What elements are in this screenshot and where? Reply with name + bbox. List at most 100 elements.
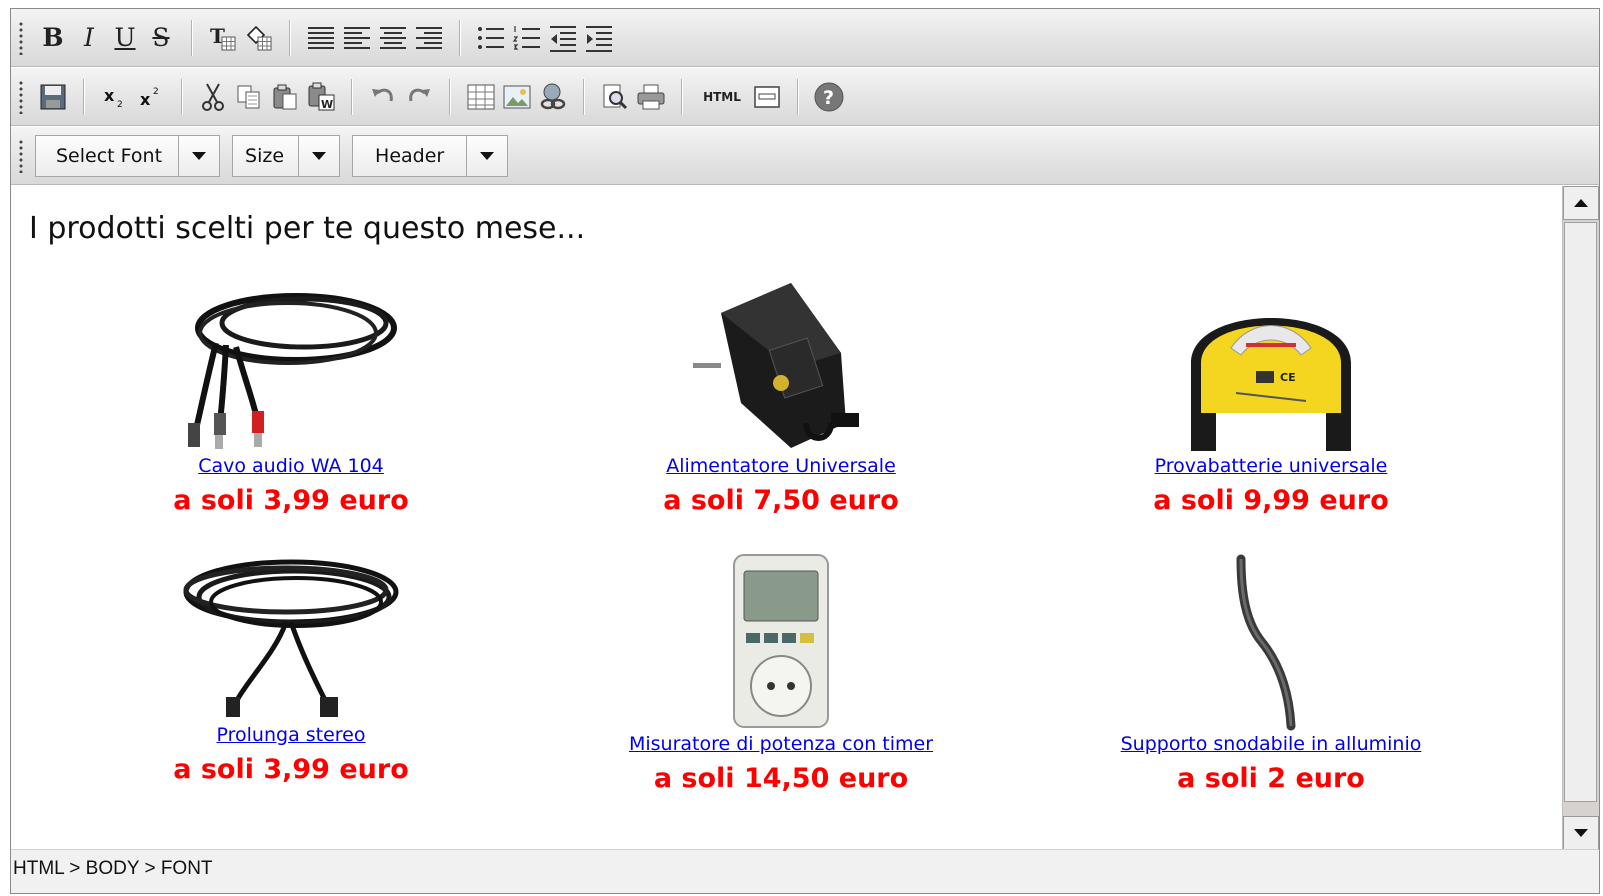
- power-adapter-image: [571, 268, 991, 453]
- product-price: a soli 14,50 euro: [653, 763, 909, 794]
- insert-toolbar: x2 x2 W HTML ?: [11, 68, 1599, 126]
- numbered-list-button[interactable]: [509, 18, 545, 58]
- align-justify-icon: [308, 26, 334, 49]
- font-select-label: Select Font: [36, 135, 180, 176]
- superscript-button[interactable]: x2: [133, 77, 169, 117]
- toolbar-grip[interactable]: [19, 79, 23, 114]
- toolbar-grip[interactable]: [19, 20, 23, 55]
- product-card: Cavo audio WA 104 a soli 3,99 euro: [81, 268, 501, 516]
- header-select[interactable]: Header: [352, 134, 509, 177]
- product-link[interactable]: Provabatterie universale: [1061, 455, 1481, 477]
- undo-icon: [372, 88, 393, 101]
- save-button[interactable]: [35, 77, 71, 117]
- text-color-button[interactable]: T: [205, 18, 241, 58]
- editor-content[interactable]: I prodotti scelti per te questo mese...: [11, 186, 1525, 850]
- indent-button[interactable]: [581, 18, 617, 58]
- toolbar-separator: [797, 78, 799, 115]
- subscript-icon: x2: [104, 86, 123, 110]
- help-icon: ?: [814, 82, 844, 111]
- chevron-down-icon[interactable]: [467, 136, 507, 176]
- print-button[interactable]: [633, 77, 669, 117]
- cut-button[interactable]: [195, 77, 231, 117]
- scissors-icon: [202, 83, 224, 111]
- toolbar-separator: [83, 78, 85, 115]
- fill-color-icon: [246, 25, 272, 50]
- redo-button[interactable]: [401, 77, 437, 117]
- scroll-up-button[interactable]: [1563, 186, 1599, 220]
- headline: I prodotti scelti per te questo mese...: [29, 211, 586, 246]
- paste-word-button[interactable]: W: [303, 77, 339, 117]
- strikethrough-button[interactable]: S: [143, 18, 179, 58]
- battery-tester-image: CE: [1061, 268, 1481, 453]
- redo-icon: [409, 88, 430, 101]
- scroll-thumb[interactable]: [1564, 222, 1597, 802]
- editor-frame: B I U S T x 2 x 2 W HTML ? Select Font S…: [10, 8, 1600, 894]
- size-select-label: Size: [233, 135, 300, 176]
- toggle-mode-button[interactable]: [749, 77, 785, 117]
- align-left-button[interactable]: [339, 18, 375, 58]
- bold-button[interactable]: B: [35, 18, 71, 58]
- bullet-list-button[interactable]: [473, 18, 509, 58]
- formatting-toolbar: B I U S T: [11, 9, 1599, 67]
- background-color-button[interactable]: [241, 18, 277, 58]
- undo-button[interactable]: [365, 77, 401, 117]
- element-path-statusbar: HTML > BODY > FONT: [11, 849, 1599, 893]
- power-meter-image: [571, 550, 991, 731]
- toolbar-grip[interactable]: [19, 138, 23, 173]
- insert-image-button[interactable]: [499, 77, 535, 117]
- svg-text:W: W: [321, 98, 333, 111]
- chevron-down-icon[interactable]: [179, 136, 219, 176]
- toolbar-separator: [181, 78, 183, 115]
- print-preview-icon: [603, 84, 628, 109]
- svg-text:CE: CE: [1280, 371, 1296, 384]
- text-color-icon: T: [210, 24, 236, 50]
- window-icon: [754, 85, 780, 108]
- align-left-icon: [344, 26, 370, 49]
- header-select-label: Header: [353, 135, 468, 176]
- help-button[interactable]: ?: [811, 77, 847, 117]
- insert-link-button[interactable]: [535, 77, 571, 117]
- align-center-icon: [380, 26, 406, 49]
- align-center-button[interactable]: [375, 18, 411, 58]
- chevron-down-icon[interactable]: [299, 136, 339, 176]
- toolbar-separator: [191, 19, 193, 56]
- vertical-scrollbar[interactable]: [1562, 186, 1599, 850]
- svg-text:x: x: [104, 86, 115, 105]
- product-link[interactable]: Supporto snodabile in alluminio: [1061, 733, 1481, 755]
- subscript-button[interactable]: x2: [97, 77, 133, 117]
- align-right-icon: [416, 26, 442, 49]
- html-source-button[interactable]: HTML: [695, 77, 749, 117]
- paste-word-icon: W: [308, 82, 335, 111]
- svg-text:2: 2: [153, 87, 159, 97]
- align-right-button[interactable]: [411, 18, 447, 58]
- image-icon: [503, 85, 531, 108]
- product-link[interactable]: Alimentatore Universale: [571, 455, 991, 477]
- outdent-button[interactable]: [545, 18, 581, 58]
- toolbar-separator: [459, 19, 461, 56]
- paste-button[interactable]: [267, 77, 303, 117]
- product-card: Supporto snodabile in alluminio a soli 2…: [1061, 550, 1481, 794]
- product-price: a soli 3,99 euro: [173, 485, 409, 516]
- superscript-icon: x2: [140, 87, 159, 109]
- justify-full-button[interactable]: [303, 18, 339, 58]
- toolbar-separator: [449, 78, 451, 115]
- product-link[interactable]: Cavo audio WA 104: [81, 455, 501, 477]
- product-link[interactable]: Misuratore di potenza con timer: [571, 733, 991, 755]
- toolbar-separator: [583, 78, 585, 115]
- arrow-down-icon: [1574, 829, 1588, 837]
- size-select[interactable]: Size: [232, 134, 341, 177]
- insert-table-button[interactable]: [463, 77, 499, 117]
- scroll-down-button[interactable]: [1563, 816, 1599, 850]
- font-select[interactable]: Select Font: [35, 134, 221, 177]
- italic-button[interactable]: I: [71, 18, 107, 58]
- product-link[interactable]: Prolunga stereo: [81, 724, 501, 746]
- numbered-list-icon: [512, 25, 540, 50]
- product-card: Misuratore di potenza con timer a soli 1…: [571, 550, 991, 794]
- printer-icon: [637, 84, 665, 109]
- preview-button[interactable]: [597, 77, 633, 117]
- toolbar-separator: [289, 19, 291, 56]
- underline-button[interactable]: U: [107, 18, 143, 58]
- copy-button[interactable]: [231, 77, 267, 117]
- svg-text:?: ?: [823, 87, 834, 109]
- stereo-extension-image: [81, 550, 501, 722]
